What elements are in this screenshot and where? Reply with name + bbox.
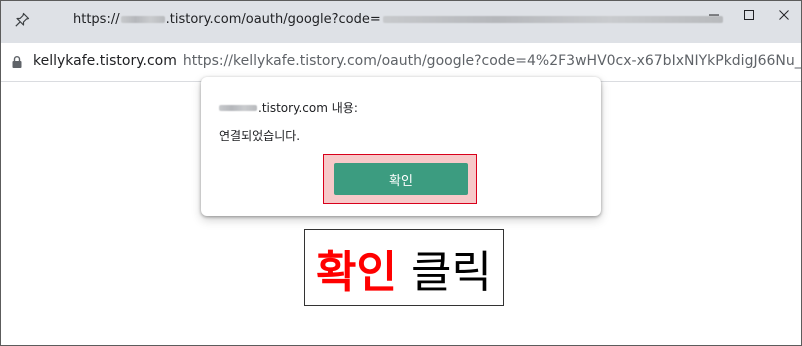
minimize-icon [708, 14, 719, 16]
dialog-title-text: .tistory.com 내용: [258, 101, 358, 115]
ok-button[interactable]: 확인 [334, 163, 468, 195]
address-url[interactable]: kellykafe.tistory.com https://kellykafe.t… [33, 53, 802, 69]
window-title-url: https:// .tistory.com/oauth/google?code= [73, 12, 723, 27]
maximize-icon [743, 10, 754, 20]
close-button[interactable] [766, 1, 801, 29]
pin-icon[interactable] [11, 9, 33, 31]
redacted-blog-name [219, 105, 257, 111]
alert-dialog: .tistory.com 내용: 연결되었습니다. 확인 [201, 77, 601, 216]
instruction-annotation: 확인 클릭 [304, 229, 504, 306]
annotation-highlight: 확인 [316, 246, 397, 298]
address-path: https://kellykafe.tistory.com/oauth/goog… [182, 53, 802, 69]
dialog-message: 연결되었습니다. [219, 129, 301, 143]
title-url-middle: .tistory.com/oauth/google?code= [165, 12, 381, 27]
annotation-text: 클릭 [411, 246, 492, 298]
browser-window: https:// .tistory.com/oauth/google?code= [0, 0, 802, 346]
redacted-code [382, 16, 723, 23]
dialog-title: .tistory.com 내용: [219, 99, 358, 116]
maximize-button[interactable] [731, 1, 766, 29]
window-controls [696, 1, 801, 29]
title-url-prefix: https:// [73, 12, 120, 27]
title-bar: https:// .tistory.com/oauth/google?code= [1, 1, 801, 43]
address-host: kellykafe.tistory.com [33, 53, 177, 69]
lock-icon[interactable] [11, 54, 23, 68]
redacted-subdomain [120, 16, 165, 23]
close-icon [778, 10, 789, 20]
ok-button-highlight: 확인 [323, 154, 477, 204]
minimize-button[interactable] [696, 1, 731, 29]
